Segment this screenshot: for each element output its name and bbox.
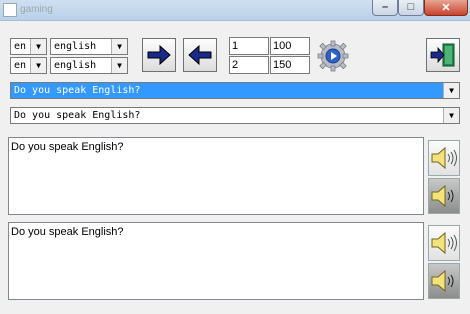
phrase-second-text: Do you speak English? — [14, 110, 141, 121]
speaker-icon — [431, 231, 457, 255]
chevron-down-icon: ▼ — [111, 39, 127, 54]
target-text-area[interactable]: Do you speak English? — [8, 222, 424, 300]
phrase-select-active[interactable]: Do you speak English? ▼ — [10, 82, 460, 99]
index-field-2[interactable]: 2 — [229, 56, 269, 74]
minimize-icon: – — [381, 1, 389, 13]
maximize-button[interactable]: □ — [398, 0, 424, 16]
source-lang-name: english — [54, 41, 97, 52]
speaker-slow-icon — [431, 269, 454, 293]
arrow-left-icon — [188, 44, 212, 66]
source-text-area[interactable]: Do you speak English? — [8, 137, 424, 215]
app-icon — [3, 3, 17, 17]
source-lang-code-select[interactable]: en ▼ — [10, 38, 47, 55]
arrow-right-icon — [147, 44, 171, 66]
target-lang-code-select[interactable]: en ▼ — [10, 57, 47, 74]
index-field-1[interactable]: 1 — [229, 37, 269, 55]
translate-forward-button[interactable] — [142, 38, 176, 72]
phrase-select-second[interactable]: Do you speak English? ▼ — [10, 107, 460, 124]
window-title: gaming — [20, 4, 53, 15]
translate-back-button[interactable] — [183, 38, 217, 72]
close-icon: ✕ — [441, 2, 451, 14]
minimize-button[interactable]: – — [372, 0, 398, 16]
title-bar: gaming – □ ✕ — [0, 0, 470, 21]
close-button[interactable]: ✕ — [424, 0, 468, 16]
target-lang-name-select[interactable]: english ▼ — [50, 57, 128, 74]
target-lang-name: english — [54, 60, 97, 71]
exit-button[interactable] — [426, 38, 460, 72]
source-lang-name-select[interactable]: english ▼ — [50, 38, 128, 55]
speaker-slow-icon — [431, 184, 454, 208]
settings-button[interactable] — [315, 38, 349, 72]
value-field-2[interactable]: 150 — [270, 56, 310, 74]
chevron-down-icon: ▼ — [443, 108, 459, 123]
gear-play-icon — [317, 40, 349, 72]
chevron-down-icon: ▼ — [30, 58, 46, 73]
chevron-down-icon: ▼ — [30, 39, 46, 54]
value-field-1[interactable]: 100 — [270, 37, 310, 55]
speak-source-slow-button[interactable] — [428, 178, 460, 214]
speak-target-slow-button[interactable] — [428, 263, 460, 299]
target-lang-code: en — [14, 60, 27, 71]
speaker-icon — [431, 146, 457, 170]
phrase-selected-text: Do you speak English? — [14, 85, 141, 96]
speak-target-button[interactable] — [428, 225, 460, 261]
source-lang-code: en — [14, 41, 27, 52]
speak-source-button[interactable] — [428, 140, 460, 176]
chevron-down-icon: ▼ — [443, 83, 459, 98]
maximize-icon: □ — [407, 1, 415, 13]
exit-door-icon — [430, 43, 455, 67]
chevron-down-icon: ▼ — [111, 58, 127, 73]
